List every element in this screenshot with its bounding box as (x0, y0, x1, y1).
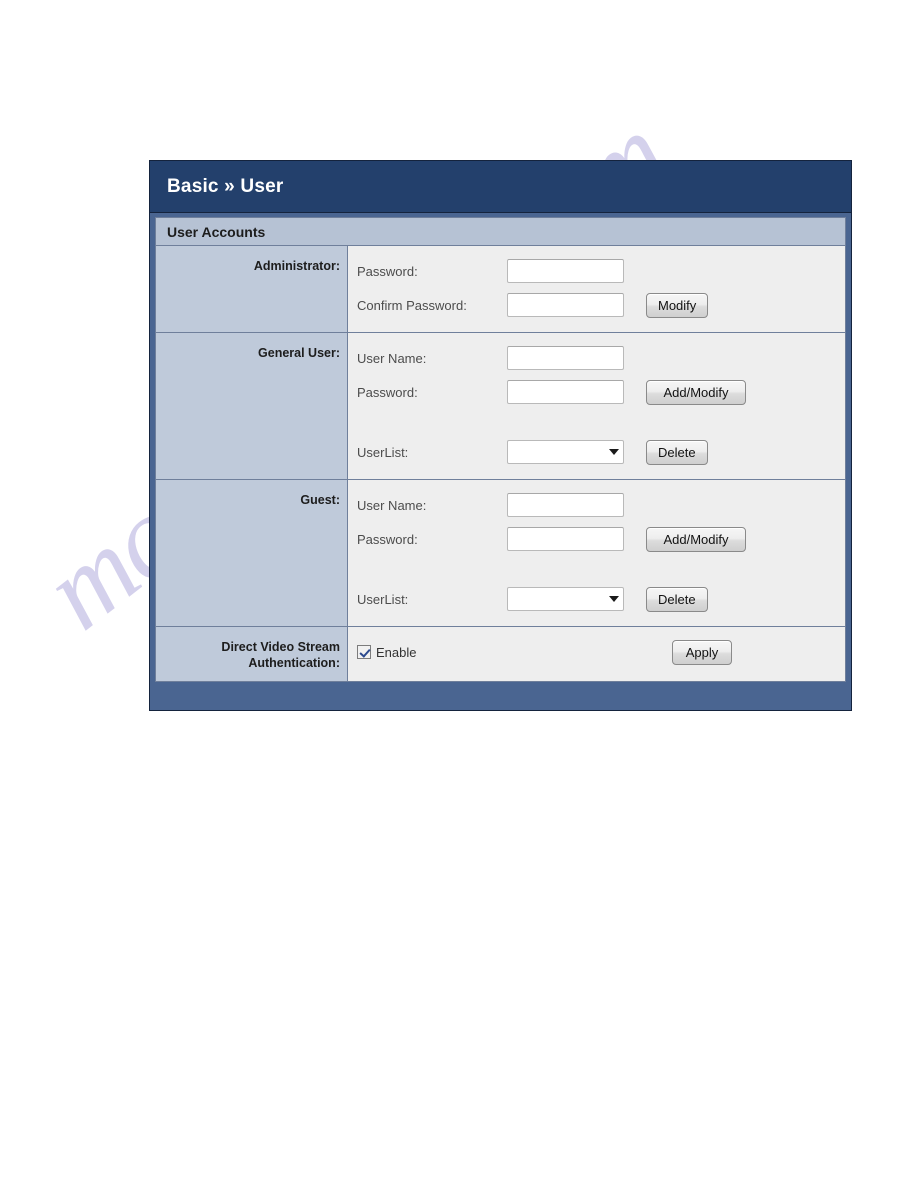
row-guest: Guest: User Name: Password: Add/Modify U… (156, 480, 845, 627)
direct-video-enable-label: Enable (376, 644, 417, 660)
row-fields-general-user: User Name: Password: Add/Modify UserList… (348, 333, 845, 479)
chevron-down-icon (605, 596, 623, 602)
general-userlist-select[interactable] (507, 440, 624, 464)
general-username-input[interactable] (507, 346, 624, 370)
field-guest-password: Password: Add/Modify (357, 522, 845, 556)
breadcrumb-title: Basic » User (167, 175, 284, 197)
field-caption-guest-userlist: UserList: (357, 591, 409, 607)
general-add-modify-button[interactable]: Add/Modify (646, 379, 746, 405)
guest-password-input[interactable] (507, 527, 624, 551)
row-label-guest: Guest: (156, 480, 348, 626)
direct-video-apply-button[interactable]: Apply (672, 639, 732, 665)
panel-titlebar: Basic » User (150, 161, 851, 213)
field-caption-general-username: User Name: (357, 350, 427, 366)
field-caption-guest-username: User Name: (357, 497, 427, 513)
direct-video-enable-line: Enable Apply (357, 635, 845, 669)
general-password-input[interactable] (507, 380, 624, 404)
row-fields-direct-video-stream-authentication: Enable Apply (348, 627, 845, 681)
guest-delete-button[interactable]: Delete (646, 586, 708, 612)
field-admin-confirm-password: Confirm Password: Modify (357, 288, 845, 322)
field-caption-guest-password: Password: (357, 531, 418, 547)
field-general-userlist: UserList: Delete (357, 435, 845, 469)
row-fields-guest: User Name: Password: Add/Modify UserList… (348, 480, 845, 626)
guest-add-modify-button[interactable]: Add/Modify (646, 526, 746, 552)
field-caption-admin-password: Password: (357, 263, 418, 279)
row-administrator: Administrator: Password: Confirm Passwor… (156, 246, 845, 333)
general-delete-button[interactable]: Delete (646, 439, 708, 465)
row-fields-administrator: Password: Confirm Password: Modify (348, 246, 845, 332)
row-direct-video-stream-authentication: Direct Video Stream Authentication: Enab… (156, 627, 845, 681)
admin-confirm-password-input[interactable] (507, 293, 624, 317)
field-guest-username: User Name: (357, 488, 845, 522)
section-header-label: User Accounts (167, 223, 266, 240)
row-label-administrator: Administrator: (156, 246, 348, 332)
section-header-user-accounts: User Accounts (156, 218, 845, 246)
field-guest-userlist: UserList: Delete (357, 582, 845, 616)
admin-password-input[interactable] (507, 259, 624, 283)
field-caption-general-userlist: UserList: (357, 444, 409, 460)
row-label-general-user: General User: (156, 333, 348, 479)
field-caption-admin-confirm-password: Confirm Password: (357, 297, 467, 313)
field-general-password: Password: Add/Modify (357, 375, 845, 409)
field-admin-password: Password: (357, 254, 845, 288)
guest-userlist-select[interactable] (507, 587, 624, 611)
field-caption-general-password: Password: (357, 384, 418, 400)
guest-username-input[interactable] (507, 493, 624, 517)
panel-footer (150, 682, 851, 710)
panel-body: User Accounts Administrator: Password: C… (155, 217, 846, 682)
row-label-direct-video-stream-authentication: Direct Video Stream Authentication: (156, 627, 348, 681)
field-general-username: User Name: (357, 341, 845, 375)
row-general-user: General User: User Name: Password: Add/M… (156, 333, 845, 480)
admin-modify-button[interactable]: Modify (646, 292, 709, 318)
chevron-down-icon (605, 449, 623, 455)
direct-video-enable-checkbox[interactable] (357, 645, 371, 659)
user-settings-panel: Basic » User User Accounts Administrator… (149, 160, 852, 711)
